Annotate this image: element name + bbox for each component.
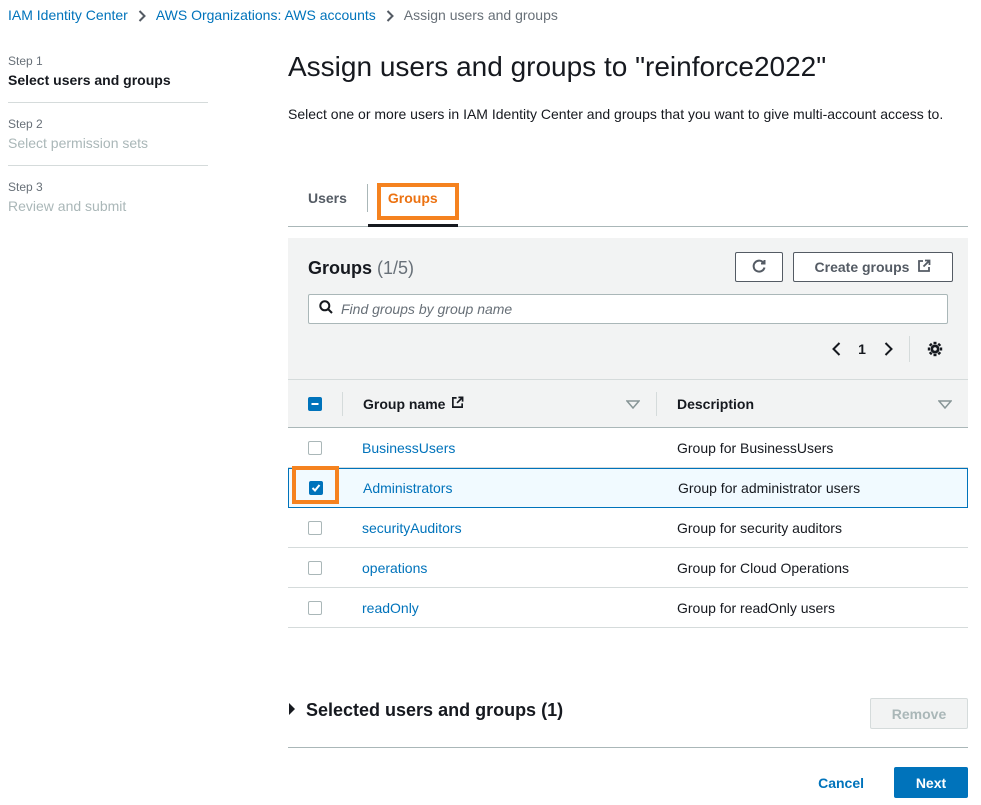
step-title: Select permission sets [8,135,149,151]
column-header-description[interactable]: Description [657,396,968,412]
search-field [308,294,948,324]
row-check-cell [289,481,343,495]
row-checkbox[interactable] [308,600,322,615]
select-all-checkbox[interactable] [308,396,322,411]
table-row[interactable]: securityAuditors Group for security audi… [288,508,968,548]
external-link-icon [917,259,931,276]
page-description: Select one or more users in IAM Identity… [288,106,944,122]
selected-users-groups-section: Selected users and groups (1) Remove [288,696,968,748]
row-check-cell [288,600,342,615]
external-link-icon [451,396,464,412]
pager-divider [909,336,910,362]
row-check-cell [288,440,342,455]
row-check-cell [288,520,342,535]
table-row[interactable]: operations Group for Cloud Operations [288,548,968,588]
table-row[interactable]: Administrators Group for administrator u… [288,468,968,508]
caret-down-icon[interactable] [625,396,641,412]
step-1: Step 1 Select users and groups [8,54,208,103]
table-row[interactable]: BusinessUsers Group for BusinessUsers [288,428,968,468]
group-description: Group for security auditors [677,519,842,536]
row-checkbox[interactable] [308,560,322,575]
search-icon [319,299,333,319]
group-name-link[interactable]: securityAuditors [342,520,656,536]
wizard-footer: Cancel Next [804,767,968,798]
refresh-icon [751,258,767,277]
step-title: Review and submit [8,198,127,214]
step-number: Step 2 [8,117,43,131]
create-groups-button[interactable]: Create groups [793,252,953,282]
chevron-right-icon[interactable] [875,336,901,362]
refresh-button[interactable] [735,252,783,282]
page-number[interactable]: 1 [849,341,875,357]
row-checkbox[interactable] [309,481,323,495]
step-3: Step 3 Review and submit [8,180,208,228]
cancel-button[interactable]: Cancel [804,767,878,798]
page-title: Assign users and groups to "reinforce202… [288,51,827,82]
group-name-link[interactable]: operations [342,560,656,576]
breadcrumb-aws-accounts[interactable]: AWS Organizations: AWS accounts [156,7,376,23]
breadcrumb: IAM Identity Center AWS Organizations: A… [8,7,558,23]
group-name-header: Group name [363,395,446,412]
group-description: Group for administrator users [678,480,861,496]
step-title: Select users and groups [8,72,171,88]
pagination: 1 [823,336,948,362]
wizard-steps: Step 1 Select users and groups Step 2 Se… [8,54,208,242]
step-number: Step 1 [8,54,43,68]
group-description: Group for Cloud Operations [677,559,849,576]
group-name-link[interactable]: BusinessUsers [342,440,656,456]
panel-header: Groups (1/5) Create groups 1 [288,238,968,380]
chevron-right-icon [132,8,152,22]
breadcrumb-iam-identity-center[interactable]: IAM Identity Center [8,7,128,23]
row-checkbox[interactable] [308,520,322,535]
step-number: Step 3 [8,180,43,194]
panel-title-text: Groups [308,258,373,278]
caret-right-icon [288,700,296,721]
tab-groups[interactable]: Groups [367,182,458,227]
group-description: Group for readOnly users [677,599,835,616]
tabs: Users Groups [288,182,968,227]
caret-down-icon[interactable] [937,396,953,412]
panel-count: (1/5) [377,258,415,278]
description-header: Description [677,395,755,412]
row-checkbox[interactable] [308,440,322,455]
select-all-cell [288,396,342,411]
selected-expander[interactable]: Selected users and groups (1) [288,700,563,721]
row-check-cell [288,560,342,575]
remove-button[interactable]: Remove [870,698,968,729]
gear-icon[interactable] [922,336,948,362]
group-name-link[interactable]: readOnly [342,600,656,616]
selected-label: Selected users and groups (1) [306,700,564,720]
panel-title: Groups (1/5) [308,258,414,279]
table-header: Group name Description [288,380,968,428]
chevron-right-icon [380,8,400,22]
search-input[interactable] [341,301,921,317]
next-button[interactable]: Next [894,767,968,798]
step-2: Step 2 Select permission sets [8,117,208,166]
column-header-group-name[interactable]: Group name [343,396,656,412]
group-description: Group for BusinessUsers [677,439,834,456]
chevron-left-icon[interactable] [823,336,849,362]
tab-users[interactable]: Users [288,182,367,226]
breadcrumb-current: Assign users and groups [403,7,558,23]
table-row[interactable]: readOnly Group for readOnly users [288,588,968,628]
groups-table-panel: Groups (1/5) Create groups 1 [288,238,968,628]
group-name-link[interactable]: Administrators [343,480,657,496]
create-groups-label: Create groups [814,259,910,275]
column-label: Group name [363,396,464,412]
main-content: Assign users and groups to "reinforce202… [288,50,968,122]
